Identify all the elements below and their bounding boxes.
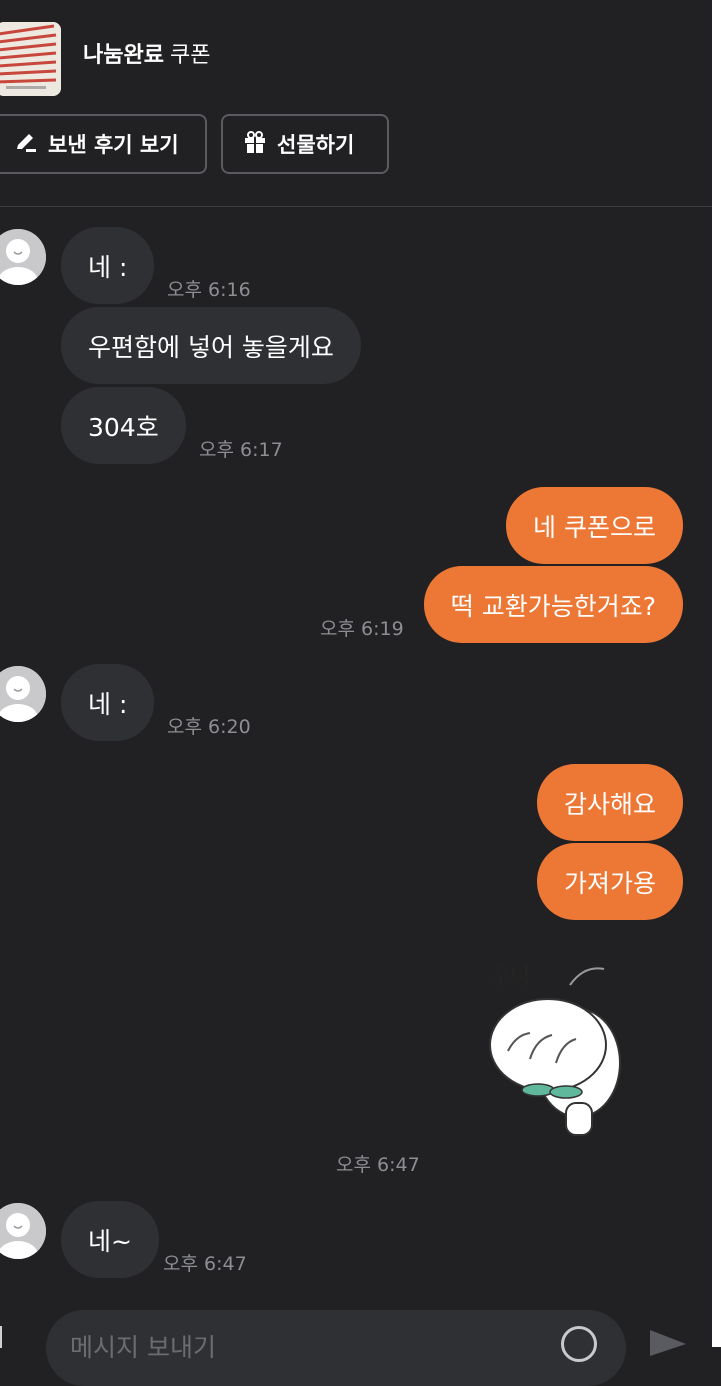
view-sent-review-button[interactable]: 보낸 후기 보기 (0, 114, 207, 174)
window-edge (712, 0, 721, 1347)
other-user-avatar[interactable] (0, 229, 46, 285)
message-bubble[interactable]: 네 : (61, 664, 155, 741)
bowing-sticker[interactable]: 꾸벅 (478, 955, 638, 1145)
message-time: 오후 6:47 (336, 1154, 420, 1176)
message-text: 네 쿠폰으로 (533, 512, 656, 542)
message-bubble[interactable]: 가져가용 (536, 843, 683, 920)
message-input-placeholder: 메시지 보내기 (70, 1333, 216, 1362)
message-text: 네 : (88, 252, 128, 282)
message-time: 오후 6:16 (167, 279, 251, 301)
message-text: 네 : (88, 689, 128, 719)
product-title: 나눔완료 쿠폰 (83, 40, 210, 72)
other-user-avatar[interactable] (0, 666, 46, 722)
send-icon[interactable] (648, 1326, 688, 1360)
message-bubble[interactable]: 네~ (61, 1201, 159, 1278)
message-time: 오후 6:19 (320, 618, 404, 640)
plus-icon[interactable] (0, 1326, 2, 1348)
sticker-caption: 꾸벅 (490, 965, 530, 990)
product-name: 쿠폰 (169, 43, 211, 68)
pencil-icon (14, 130, 38, 159)
message-input[interactable]: 메시지 보내기 (46, 1310, 626, 1386)
view-sent-review-label: 보낸 후기 보기 (48, 133, 179, 157)
send-gift-label: 선물하기 (277, 133, 355, 157)
message-text: 떡 교환가능한거죠? (450, 591, 656, 621)
message-time: 오후 6:20 (167, 716, 251, 738)
message-time: 오후 6:47 (163, 1253, 247, 1275)
message-bubble[interactable]: 감사해요 (536, 764, 683, 841)
message-bubble[interactable]: 우편함에 넣어 놓을게요 (61, 307, 361, 384)
gift-icon (243, 130, 267, 159)
other-user-avatar[interactable] (0, 1203, 46, 1259)
message-time: 오후 6:17 (199, 439, 283, 461)
send-gift-button[interactable]: 선물하기 (221, 114, 389, 174)
message-bubble[interactable]: 304호 (61, 387, 186, 464)
message-text: 감사해요 (563, 789, 656, 819)
message-text: 가져가용 (563, 868, 656, 898)
trade-status-label: 나눔완료 (83, 43, 164, 68)
message-bubble[interactable]: 네 쿠폰으로 (506, 487, 683, 564)
header-divider (0, 206, 712, 207)
emoji-icon[interactable] (561, 1326, 597, 1362)
message-bubble[interactable]: 네 : (61, 227, 155, 304)
message-text: 304호 (88, 412, 159, 442)
product-thumbnail[interactable] (0, 22, 61, 96)
message-text: 우편함에 넣어 놓을게요 (88, 332, 334, 362)
message-text: 네~ (88, 1226, 132, 1256)
message-bubble[interactable]: 떡 교환가능한거죠? (423, 566, 683, 643)
